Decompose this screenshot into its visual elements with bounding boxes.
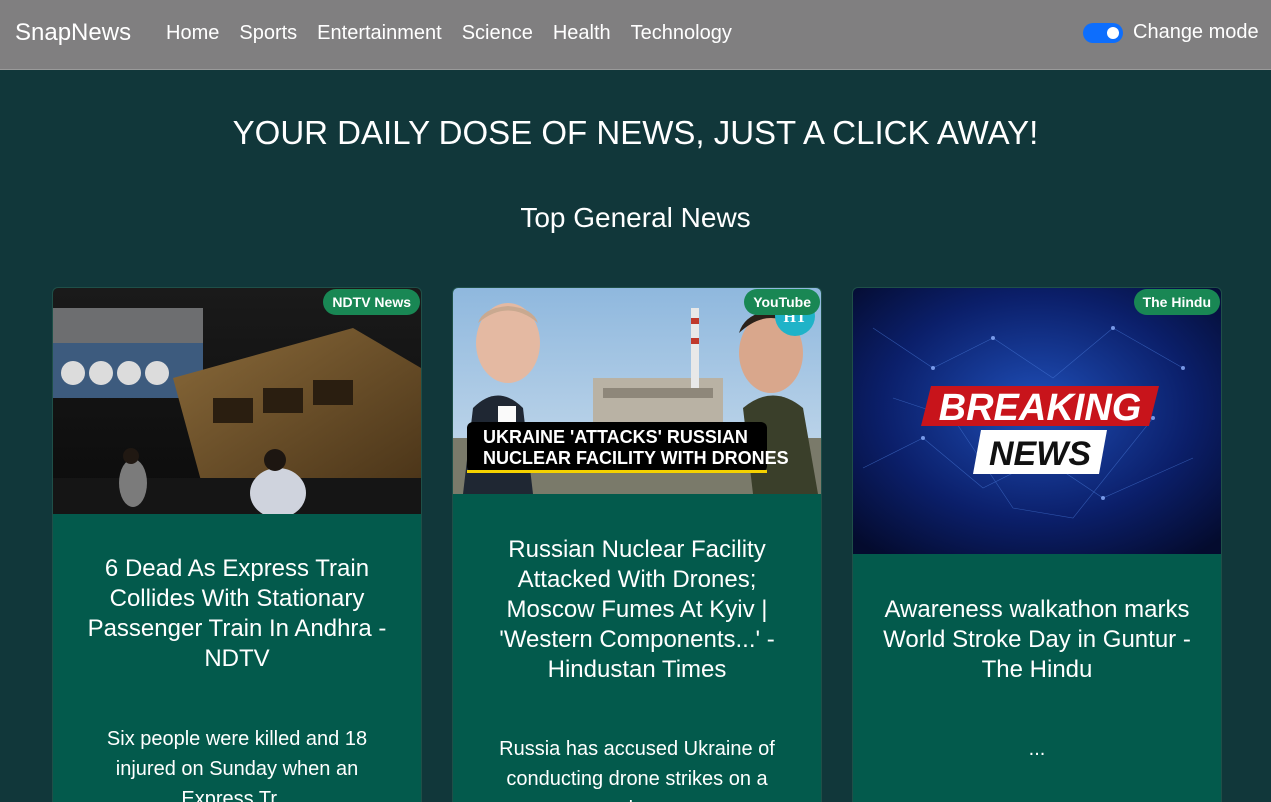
section-title: Top General News [520,202,751,233]
news-card[interactable]: BREAKING NEWS The Hindu Awareness walkat… [852,287,1222,802]
news-card[interactable]: HT UKRAINE 'ATTACKS' RUSSIAN NUCLEAR FAC… [452,287,822,802]
mode-switch: Change mode [1083,21,1259,44]
nav-link-home[interactable]: Home [156,22,229,45]
nav-links: Home Sports Entertainment Science Health… [156,22,742,45]
news-card[interactable]: NDTV News 6 Dead As Express Train Collid… [52,287,422,802]
nav-link-entertainment[interactable]: Entertainment [307,22,452,45]
nav-link-health[interactable]: Health [543,22,621,45]
news-image: HT UKRAINE 'ATTACKS' RUSSIAN NUCLEAR FAC… [453,288,821,494]
breaking-text: BREAKING [939,387,1142,429]
nav-link-technology[interactable]: Technology [621,22,742,45]
card-title[interactable]: 6 Dead As Express Train Collides With St… [73,554,401,674]
card-description: Six people were killed and 18 injured on… [106,728,368,802]
nav-link-science[interactable]: Science [452,22,543,45]
toggle-knob [1107,26,1119,39]
news-image: BREAKING NEWS [853,288,1221,554]
card-description: Russia has accused Ukraine of conducting… [499,738,775,802]
nav-link-sports[interactable]: Sports [229,22,307,45]
card-description: ... [1028,738,1046,760]
dark-mode-toggle[interactable] [1083,22,1123,43]
source-badge: The Hindu [1133,289,1220,315]
image-caption-line1: UKRAINE 'ATTACKS' RUSSIAN [483,427,748,447]
source-badge: YouTube [744,289,820,315]
image-caption-line2: NUCLEAR FACILITY WITH DRONES [483,448,789,468]
mode-label: Change mode [1133,21,1259,43]
card-title[interactable]: Russian Nuclear Facility Attacked With D… [473,535,801,685]
news-image [53,288,421,514]
navbar: SnapNews Home Sports Entertainment Scien… [0,0,1271,70]
hero-tagline: YOUR DAILY DOSE OF NEWS, JUST A CLICK AW… [232,114,1039,151]
card-title[interactable]: Awareness walkathon marks World Stroke D… [873,595,1201,685]
brand-logo[interactable]: SnapNews [15,19,131,47]
news-text: NEWS [989,435,1091,473]
source-badge: NDTV News [323,289,420,315]
